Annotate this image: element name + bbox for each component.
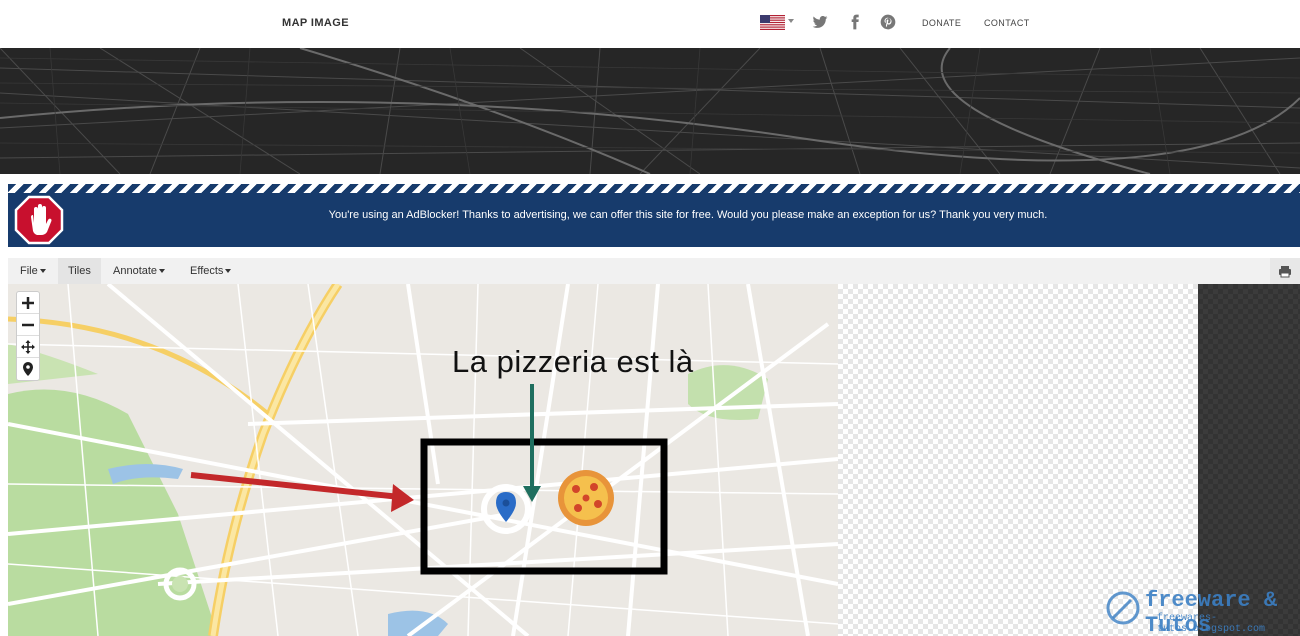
us-flag-icon[interactable] bbox=[760, 15, 785, 30]
effects-menu-label: Effects bbox=[190, 265, 224, 277]
hero-dark-map bbox=[0, 48, 1300, 174]
editor-toolbar: File Tiles Annotate Effects bbox=[8, 258, 1300, 284]
zoom-out-button[interactable] bbox=[17, 314, 39, 336]
adblock-banner: You're using an AdBlocker! Thanks to adv… bbox=[8, 184, 1300, 247]
facebook-icon[interactable] bbox=[847, 14, 863, 30]
minus-icon bbox=[22, 323, 34, 327]
chevron-down-icon bbox=[39, 269, 46, 274]
map-marker-icon bbox=[23, 362, 33, 376]
chevron-down-icon bbox=[159, 269, 166, 274]
pan-button[interactable] bbox=[17, 336, 39, 358]
pinterest-icon[interactable] bbox=[880, 14, 896, 30]
donate-link[interactable]: DONATE bbox=[922, 18, 961, 28]
map-annotation-text[interactable]: La pizzeria est là bbox=[452, 344, 694, 380]
move-arrows-icon bbox=[21, 340, 35, 354]
annotate-menu-label: Annotate bbox=[113, 265, 158, 277]
banner-stripe bbox=[8, 184, 1300, 193]
effects-menu[interactable]: Effects bbox=[180, 258, 241, 284]
zoom-in-button[interactable] bbox=[17, 292, 39, 314]
annotate-menu[interactable]: Annotate bbox=[103, 258, 175, 284]
print-button[interactable] bbox=[1270, 258, 1300, 284]
twitter-icon[interactable] bbox=[812, 14, 828, 30]
top-navbar: MAP IMAGE DONATE CONTACT bbox=[0, 0, 1300, 48]
map-zoom-controls bbox=[16, 291, 40, 381]
file-menu[interactable]: File bbox=[10, 258, 56, 284]
dark-side-panel bbox=[1198, 284, 1300, 636]
tiles-menu[interactable]: Tiles bbox=[58, 258, 101, 284]
adblock-message: You're using an AdBlocker! Thanks to adv… bbox=[328, 209, 1048, 221]
map-canvas[interactable] bbox=[8, 284, 838, 636]
language-dropdown-caret[interactable] bbox=[788, 19, 794, 23]
file-menu-label: File bbox=[20, 265, 38, 277]
plus-icon bbox=[22, 297, 34, 309]
stop-hand-icon bbox=[14, 195, 64, 245]
marker-button[interactable] bbox=[17, 358, 39, 380]
brand-link[interactable]: MAP IMAGE bbox=[282, 17, 349, 29]
printer-icon bbox=[1279, 266, 1291, 278]
chevron-down-icon bbox=[225, 269, 232, 274]
transparent-canvas-area bbox=[838, 284, 1198, 636]
watermark-url: freewares-tutos.blogspot.com bbox=[1157, 613, 1266, 635]
contact-link[interactable]: CONTACT bbox=[984, 18, 1030, 28]
tiles-menu-label: Tiles bbox=[68, 265, 91, 277]
